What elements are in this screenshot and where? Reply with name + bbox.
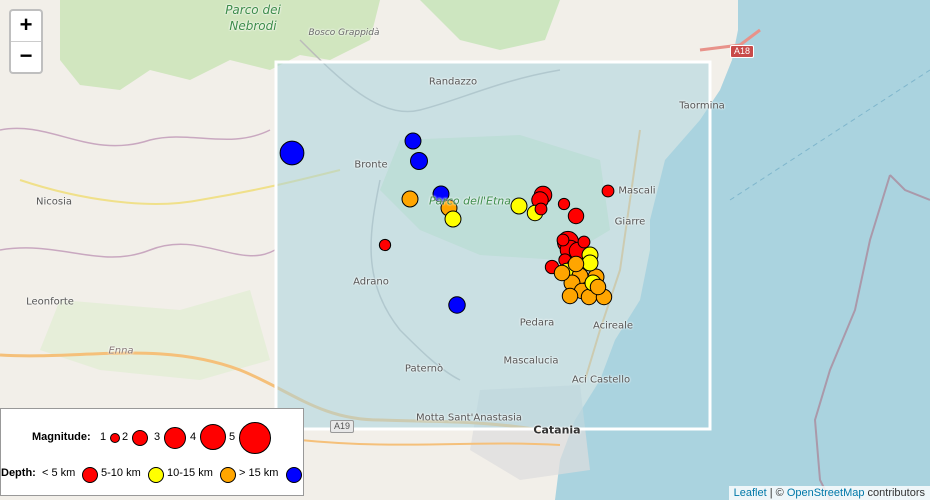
earthquake-marker[interactable] bbox=[553, 264, 571, 282]
legend-depth-2-dot bbox=[220, 467, 236, 483]
legend-mag-5: 5 bbox=[229, 431, 236, 443]
legend-depth-2: 10-15 km bbox=[167, 467, 213, 479]
place-label: Giarre bbox=[614, 216, 646, 228]
legend-mag-5-dot bbox=[239, 422, 271, 454]
earthquake-marker[interactable] bbox=[404, 132, 422, 150]
earthquake-marker[interactable] bbox=[577, 235, 591, 249]
legend-magnitude-label: Magnitude: bbox=[32, 431, 91, 443]
legend-mag-3: 3 bbox=[154, 431, 161, 443]
earthquake-marker[interactable] bbox=[581, 254, 599, 272]
legend-depth-1: 5-10 km bbox=[101, 467, 141, 479]
earthquake-marker[interactable] bbox=[401, 190, 419, 208]
place-label: Acireale bbox=[592, 320, 634, 332]
road-shield-a19: A19 bbox=[330, 420, 355, 433]
earthquake-marker[interactable] bbox=[601, 184, 615, 198]
place-label: Enna bbox=[108, 345, 134, 357]
place-label: Bronte bbox=[354, 159, 388, 171]
legend-mag-2-dot bbox=[132, 430, 148, 446]
place-label: Nebrodi bbox=[229, 19, 277, 33]
place-label: Randazzo bbox=[428, 76, 478, 88]
selection-rectangle bbox=[274, 60, 712, 431]
place-label: Aci Castello bbox=[571, 374, 631, 386]
legend-mag-4-dot bbox=[200, 424, 226, 450]
place-label: Taormina bbox=[679, 100, 725, 112]
zoom-out-button[interactable]: − bbox=[11, 41, 41, 72]
attribution: Leaflet | © OpenStreetMap contributors bbox=[728, 486, 930, 500]
earthquake-marker[interactable] bbox=[556, 233, 570, 247]
earthquake-marker[interactable] bbox=[567, 255, 585, 273]
zoom-in-button[interactable]: + bbox=[11, 11, 41, 41]
earthquake-marker[interactable] bbox=[557, 197, 571, 211]
earthquake-marker[interactable] bbox=[534, 202, 548, 216]
place-label: Mascali bbox=[618, 185, 656, 197]
place-label: Catania bbox=[533, 423, 581, 437]
earthquake-marker[interactable] bbox=[444, 210, 462, 228]
earthquake-marker[interactable] bbox=[448, 296, 466, 314]
legend-depth-0: < 5 km bbox=[42, 467, 76, 479]
legend-mag-2: 2 bbox=[122, 431, 129, 443]
legend-depth-1-dot bbox=[148, 467, 164, 483]
place-label: Adrano bbox=[353, 276, 389, 288]
leaflet-link[interactable]: Leaflet bbox=[734, 487, 767, 499]
legend-depth-0-dot bbox=[82, 467, 98, 483]
place-label: Leonforte bbox=[26, 296, 74, 308]
place-label: Pedara bbox=[519, 317, 555, 329]
earthquake-marker[interactable] bbox=[510, 197, 528, 215]
legend-mag-1-dot bbox=[110, 433, 120, 443]
attribution-sep: | © bbox=[766, 487, 787, 499]
legend-depth-3: > 15 km bbox=[239, 467, 279, 479]
legend: Magnitude: 1 2 3 4 5 Depth: < 5 km 5-10 … bbox=[0, 408, 304, 496]
place-label: Nicosia bbox=[36, 196, 72, 208]
zoom-control: + − bbox=[9, 9, 43, 74]
legend-depth-3-dot bbox=[286, 467, 302, 483]
place-label: Parco dell'Etna bbox=[428, 194, 512, 208]
place-label: Mascalucia bbox=[503, 355, 559, 367]
legend-mag-3-dot bbox=[164, 427, 186, 449]
legend-depth-label: Depth: bbox=[1, 467, 36, 479]
place-label: Bosco Grappidà bbox=[308, 28, 380, 38]
place-label: Parco dei bbox=[225, 3, 281, 17]
osm-link[interactable]: OpenStreetMap bbox=[787, 487, 865, 499]
road-shield-a18: A18 bbox=[730, 45, 755, 58]
earthquake-marker[interactable] bbox=[279, 140, 305, 166]
place-label: Paternò bbox=[404, 363, 444, 375]
earthquake-marker[interactable] bbox=[561, 287, 579, 305]
earthquake-marker[interactable] bbox=[589, 278, 607, 296]
earthquake-marker[interactable] bbox=[378, 238, 392, 252]
legend-mag-4: 4 bbox=[190, 431, 197, 443]
legend-mag-1: 1 bbox=[100, 431, 107, 443]
attribution-suffix: contributors bbox=[864, 487, 925, 499]
earthquake-marker[interactable] bbox=[567, 207, 585, 225]
place-label: Motta Sant'Anastasia bbox=[415, 412, 523, 424]
earthquake-marker[interactable] bbox=[410, 152, 428, 170]
